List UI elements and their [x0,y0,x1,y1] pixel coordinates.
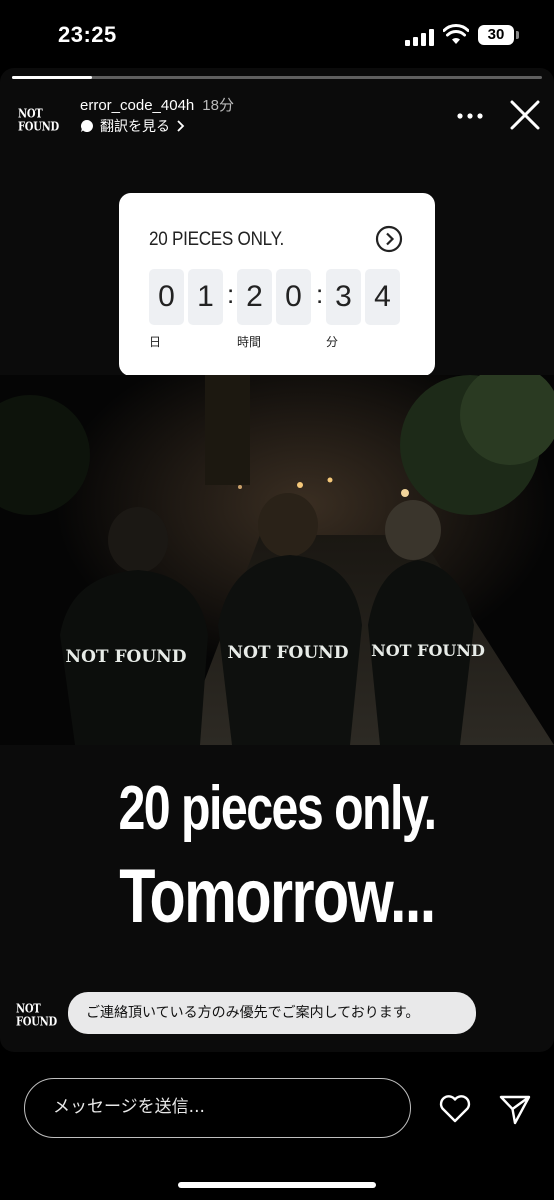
countdown-unit-minutes: 分 [326,335,339,349]
story-header[interactable]: error_code_404h 18分 [80,94,234,115]
battery-tip [516,31,519,39]
shirt-print-right: NOT FOUND [371,641,485,660]
story-progress-fill [12,76,92,79]
bottom-bar: メッセージを送信... [0,1052,554,1200]
countdown-digit-minutes-1: 3 [326,269,361,325]
time-ago: 18分 [202,97,234,114]
more-icon[interactable] [455,106,485,126]
arrow-circle-icon[interactable] [375,225,403,253]
countdown-digit-hours-1: 2 [237,269,272,325]
reply-bubble: ご連絡頂いている方のみ優先でご案内しております。 [68,992,476,1034]
heart-icon[interactable] [438,1094,472,1124]
reply-avatar-logo: NOT FOUND [16,1002,57,1030]
countdown-unit-hours: 時間 [237,335,262,349]
shirt-print-center: NOT FOUND [228,643,349,663]
status-bar: 23:25 30 [0,0,554,70]
avatar-logo: NOT FOUND [18,107,59,135]
signal-icon [405,28,435,46]
translate-label: 翻訳を見る [100,119,170,135]
wifi-icon [443,24,469,44]
headline-line-2: Tomorrow... [119,854,436,939]
countdown-separator: : [227,279,235,309]
send-icon[interactable] [498,1092,532,1126]
countdown-sticker[interactable]: 20 PIECES ONLY. 0 1 : 2 0 : 3 4 日 時間 分 [119,193,435,376]
story-photo: NOT FOUND NOT FOUND NOT FOUND [0,375,554,745]
battery-icon: 30 [478,25,514,45]
countdown-unit-days: 日 [149,335,162,349]
headline-line-1: 20 pieces only. [118,774,437,843]
clock: 23:25 [58,22,117,47]
countdown-digit-hours-2: 0 [276,269,311,325]
home-indicator [178,1182,376,1188]
translate-bubble-icon [80,120,93,132]
shirt-print-left: NOT FOUND [66,647,187,667]
countdown-digit-days-2: 1 [188,269,223,325]
avatar[interactable]: NOT FOUND [18,98,64,144]
message-input[interactable]: メッセージを送信... [24,1078,411,1138]
chevron-right-icon [177,120,185,132]
countdown-title: 20 PIECES ONLY. [149,229,285,250]
story-progress-bar [12,76,542,79]
close-icon[interactable] [508,98,542,132]
reply-avatar: NOT FOUND [16,998,62,1034]
countdown-digit-minutes-2: 4 [365,269,400,325]
story-viewer[interactable]: NOT FOUND error_code_404h 18分 翻訳を見る 20 PI… [0,68,554,1052]
countdown-digit-days-1: 0 [149,269,184,325]
countdown-separator: : [316,279,324,309]
translate-link[interactable]: 翻訳を見る [80,116,186,136]
username[interactable]: error_code_404h [80,97,194,114]
